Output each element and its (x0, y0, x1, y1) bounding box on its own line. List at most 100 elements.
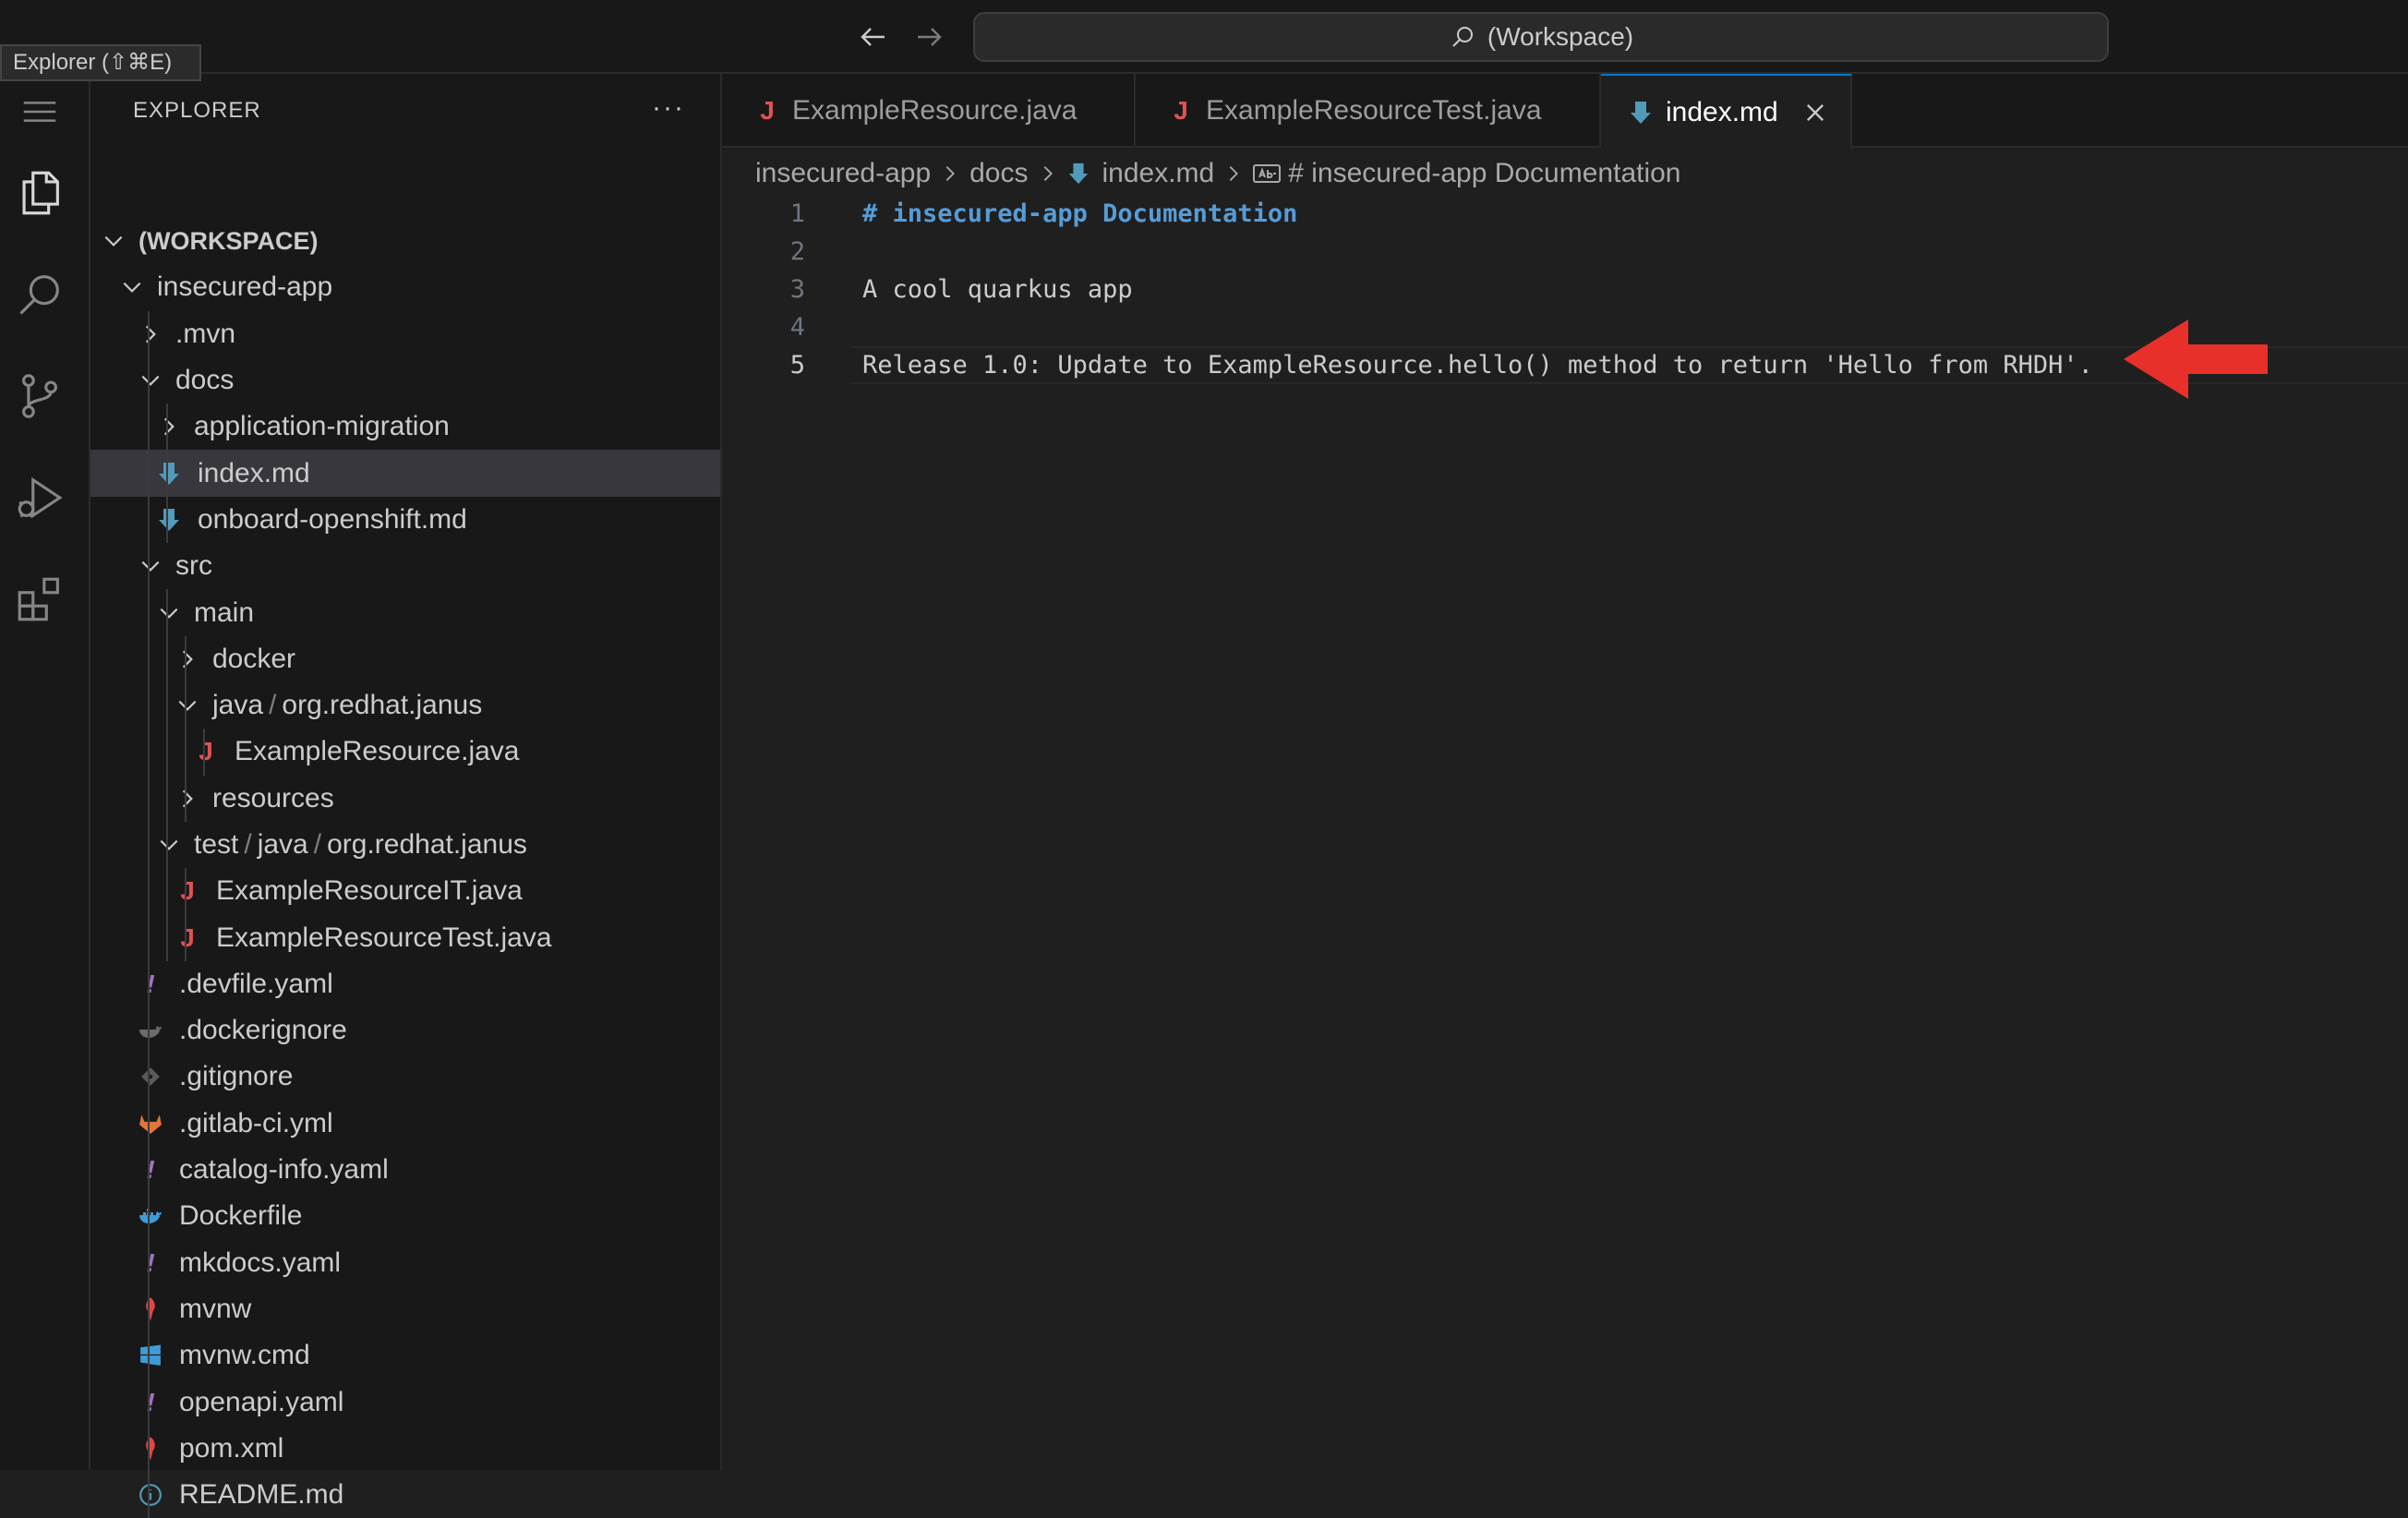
go-back-icon[interactable] (857, 20, 890, 54)
code-line: 1 # insecured-app Documentation (722, 195, 2408, 233)
close-icon[interactable] (1802, 100, 1828, 126)
indent-guide (148, 775, 150, 822)
line-number: 4 (789, 313, 805, 342)
tree-folder-item[interactable]: resources (90, 775, 720, 822)
tree-item-label: openapi.yaml (179, 1386, 344, 1417)
tree-file-item[interactable]: J ExampleResourceIT.java (90, 868, 720, 915)
indent-guide (166, 821, 168, 869)
indent-guide (148, 356, 150, 404)
run-debug-icon[interactable] (13, 471, 66, 524)
explorer-tooltip: Explorer (⇧⌘E) (0, 44, 201, 81)
search-icon (1452, 27, 1473, 47)
tree-item-label: src (175, 550, 212, 582)
tree-file-item[interactable]: ! openapi.yaml (90, 1379, 720, 1426)
docker-file-icon (139, 1209, 162, 1224)
indent-guide (148, 1379, 150, 1426)
tree-file-item[interactable]: .gitignore (90, 1054, 720, 1101)
command-center-search[interactable]: (Workspace) (973, 12, 2109, 62)
tree-file-item[interactable]: index.md (90, 450, 720, 497)
tab-label: ExampleResource.java (792, 95, 1078, 126)
markdown-file-icon (159, 462, 179, 485)
explorer-title: EXPLORER (133, 98, 261, 123)
tree-item-label-3: org.redhat.janus (327, 829, 527, 860)
explorer-files-icon[interactable] (13, 166, 66, 220)
tree-file-item[interactable]: ! .devfile.yaml (90, 960, 720, 1008)
indent-guide (148, 404, 150, 451)
indent-guide (166, 775, 168, 822)
tree-folder-item[interactable]: docker (90, 635, 720, 682)
tree-file-item[interactable]: J ExampleResource.java (90, 729, 720, 776)
breadcrumb-item-docs[interactable]: docs (969, 158, 1028, 189)
tree-item-label: (WORKSPACE) (138, 226, 319, 255)
tree-file-item[interactable]: ! mkdocs.yaml (90, 1239, 720, 1286)
tree-item-label: application-migration (194, 411, 450, 442)
tree-folder-item[interactable]: java / org.redhat.janus (90, 681, 720, 729)
tree-folder-item[interactable]: (WORKSPACE) (90, 218, 720, 264)
indent-guide (148, 821, 150, 869)
indent-guide (185, 681, 187, 729)
tree-item-label-2: java (257, 829, 308, 860)
tree-item-label: .gitlab-ci.yml (179, 1107, 333, 1138)
search-icon[interactable] (13, 268, 66, 321)
tree-file-item[interactable]: .dockerignore (90, 1007, 720, 1054)
line-number: 1 (789, 199, 805, 228)
tree-folder-item[interactable]: application-migration (90, 404, 720, 451)
indent-guide (148, 589, 150, 636)
java-file-icon: J (1174, 96, 1188, 125)
tree-item-label: mvnw.cmd (179, 1340, 310, 1371)
tab-index-md[interactable]: index.md (1601, 74, 1852, 150)
yaml-file-icon: ! (146, 969, 155, 998)
tab-example-resource-java[interactable]: J ExampleResource.java (722, 74, 1136, 148)
chevron-right-icon (1229, 166, 1239, 181)
tree-item-label: docs (175, 365, 235, 396)
indent-guide (166, 681, 168, 729)
source-control-icon[interactable] (13, 369, 66, 423)
tree-folder-item[interactable]: insecured-app (90, 264, 720, 310)
tree-file-item[interactable]: J ExampleResourceTest.java (90, 914, 720, 961)
tree-file-item[interactable]: README.md (90, 1472, 720, 1518)
indent-guide (148, 310, 150, 357)
tree-item-label: test (194, 829, 239, 860)
gitlab-file-icon (139, 1114, 162, 1134)
tree-folder-item[interactable]: test / java / org.redhat.janus (90, 821, 720, 869)
indent-guide (148, 1100, 150, 1147)
maven-file-icon (146, 1437, 155, 1461)
tree-file-item[interactable]: pom.xml (90, 1425, 720, 1473)
line-number: 3 (789, 275, 805, 304)
breadcrumb-item-file[interactable]: index.md (1102, 158, 1215, 189)
tab-example-resource-test-java[interactable]: J ExampleResourceTest.java (1136, 74, 1601, 148)
tree-folder-item[interactable]: .mvn (90, 310, 720, 357)
indent-guide (185, 635, 187, 682)
tree-folder-item[interactable]: src (90, 543, 720, 590)
indent-guide (166, 589, 168, 636)
yaml-file-icon: ! (146, 1155, 155, 1185)
info-icon (139, 1484, 162, 1507)
indent-guide (203, 729, 205, 776)
indent-guide (148, 635, 150, 682)
indent-guide (148, 450, 150, 497)
indent-guide (185, 914, 187, 961)
tree-file-item[interactable]: mvnw (90, 1285, 720, 1333)
more-actions-icon[interactable]: ··· (652, 92, 685, 124)
tree-item-label: mvnw (179, 1293, 252, 1324)
tree-file-item[interactable]: Dockerfile (90, 1193, 720, 1240)
tree-folder-item[interactable]: docs (90, 356, 720, 404)
java-file-icon: J (760, 96, 775, 125)
indent-guide (166, 450, 168, 497)
tree-folder-item[interactable]: main (90, 589, 720, 636)
tree-file-item[interactable]: onboard-openshift.md (90, 496, 720, 544)
go-forward-icon[interactable] (912, 20, 945, 54)
indent-guide (148, 1332, 150, 1379)
tree-item-label: index.md (198, 457, 310, 488)
tree-file-item[interactable]: ! catalog-info.yaml (90, 1146, 720, 1194)
tree-file-item[interactable]: mvnw.cmd (90, 1332, 720, 1379)
tree-file-item[interactable]: .gitlab-ci.yml (90, 1100, 720, 1147)
breadcrumb-item-symbol[interactable]: # insecured-app Documentation (1288, 158, 1680, 189)
menu-icon[interactable] (13, 90, 66, 133)
tree-item-label: ExampleResourceTest.java (216, 922, 552, 953)
chevron-down-icon (141, 561, 160, 572)
extensions-icon[interactable] (13, 572, 66, 626)
chevron-down-icon (160, 608, 178, 619)
breadcrumb-item-folder[interactable]: insecured-app (755, 158, 931, 189)
indent-guide (148, 496, 150, 544)
